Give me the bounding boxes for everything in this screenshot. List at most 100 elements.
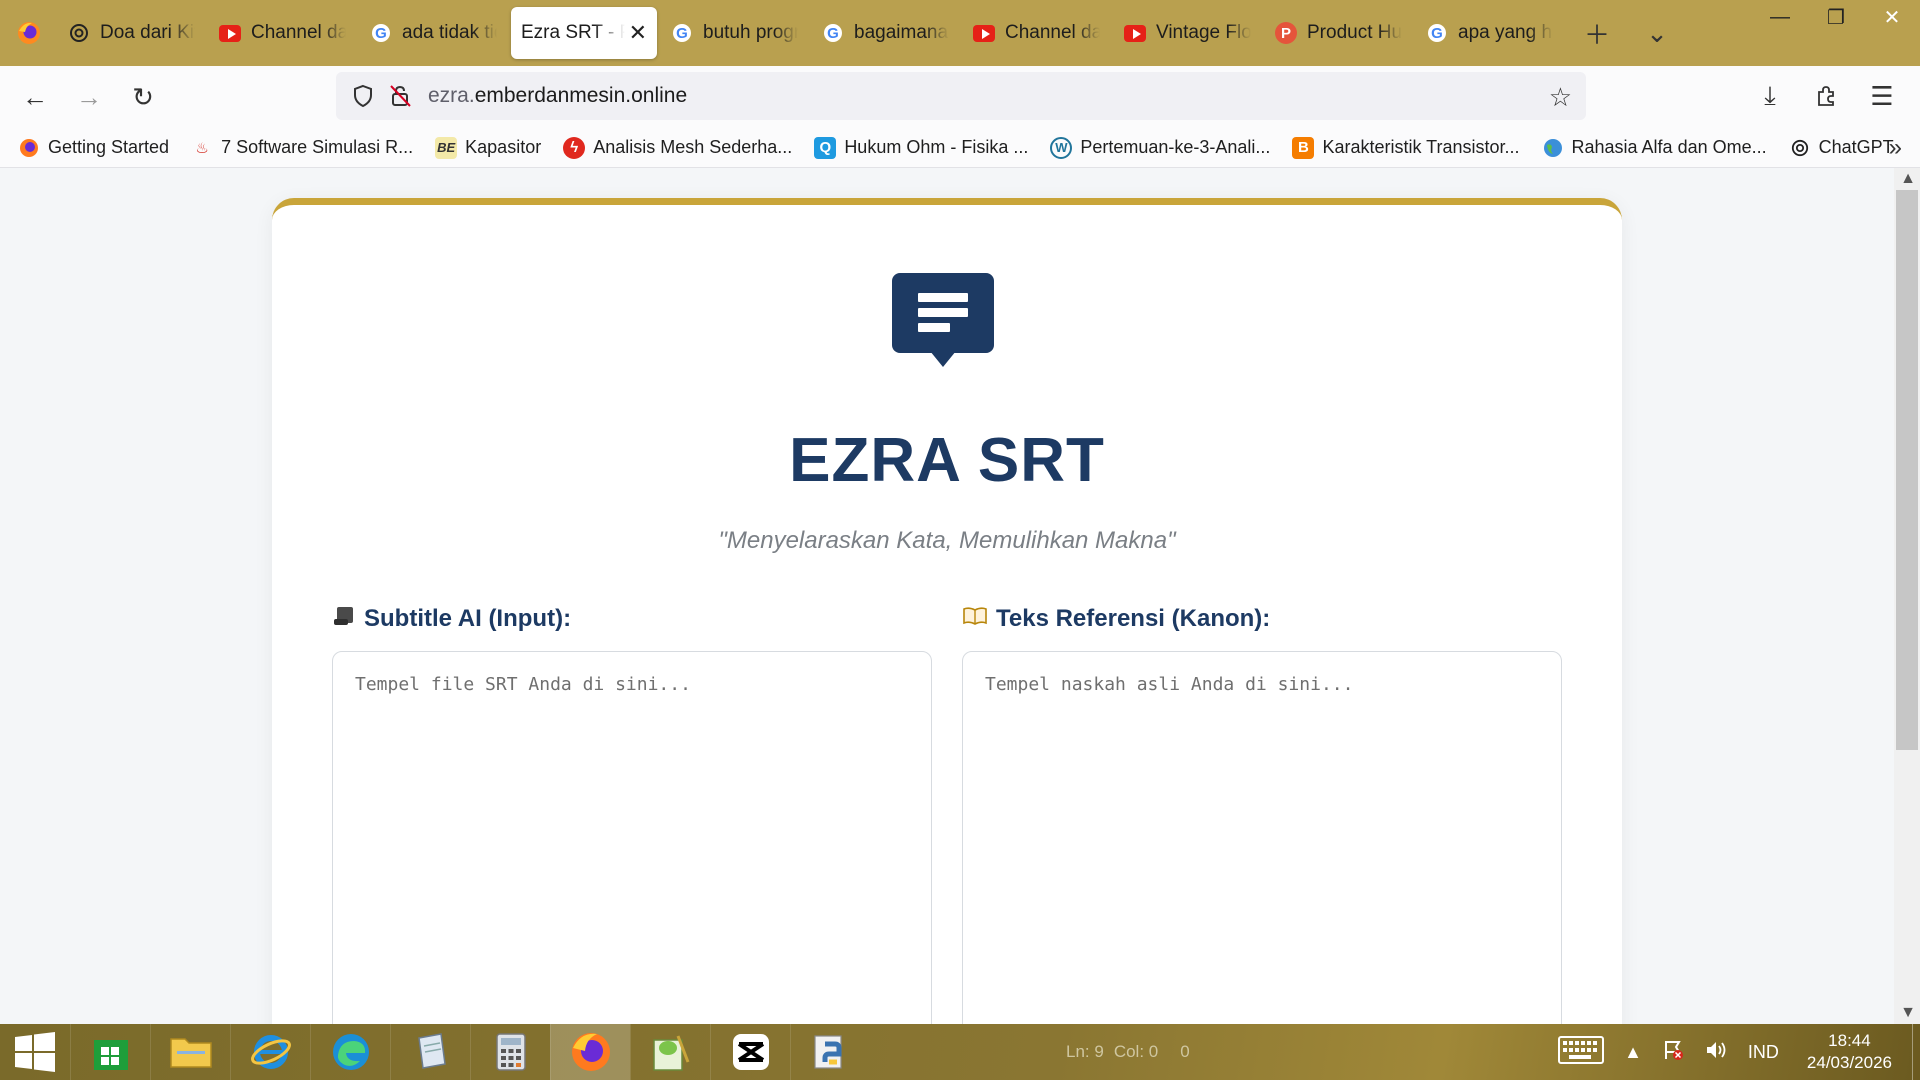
flame-icon: ♨ bbox=[195, 139, 209, 157]
tab-active-ezra[interactable]: Ezra SRT - Penyelaras ✕ bbox=[511, 7, 657, 59]
page-viewport: EZRA SRT "Menyelaraskan Kata, Memulihkan… bbox=[0, 168, 1920, 1024]
downloads-button[interactable]: ⤓ bbox=[1742, 74, 1798, 118]
shield-icon[interactable] bbox=[352, 84, 374, 108]
taskbar-calculator[interactable] bbox=[470, 1024, 550, 1080]
window-controls: — ❐ ✕ bbox=[1752, 0, 1920, 34]
svg-text:G: G bbox=[375, 25, 387, 42]
bookmark-chatgpt[interactable]: ChatGPT bbox=[1789, 137, 1894, 159]
bookmark-software-simulasi[interactable]: ♨ 7 Software Simulasi R... bbox=[191, 137, 413, 159]
address-bar[interactable]: ezra.emberdanmesin.online ☆ bbox=[336, 72, 1586, 120]
reference-textarea[interactable] bbox=[962, 651, 1562, 1024]
arrow-left-icon: ← bbox=[22, 81, 48, 112]
input-label: Subtitle AI (Input): bbox=[332, 605, 571, 633]
svg-text:G: G bbox=[1431, 25, 1443, 42]
bookmark-pertemuan[interactable]: W Pertemuan-ke-3-Anali... bbox=[1050, 136, 1270, 159]
page-scrollbar[interactable]: ▲ ▼ bbox=[1894, 168, 1920, 1024]
calculator-icon bbox=[495, 1033, 526, 1071]
tab-5[interactable]: G butuh program bbox=[661, 7, 808, 59]
bookmark-rahasia-alfa[interactable]: Rahasia Alfa dan Ome... bbox=[1542, 137, 1767, 159]
show-desktop-button[interactable] bbox=[1912, 1024, 1920, 1080]
taskbar-firefox[interactable] bbox=[550, 1024, 630, 1080]
minimize-button[interactable]: — bbox=[1752, 0, 1808, 34]
taskbar-file-explorer[interactable] bbox=[150, 1024, 230, 1080]
menu-button[interactable]: ☰ bbox=[1854, 74, 1910, 118]
reload-button[interactable]: ↻ bbox=[116, 75, 170, 119]
close-tab-icon[interactable]: ✕ bbox=[629, 20, 647, 46]
start-button[interactable] bbox=[0, 1024, 70, 1080]
scrollbar-thumb[interactable] bbox=[1896, 190, 1918, 750]
youtube-icon bbox=[973, 22, 995, 44]
google-icon: G bbox=[370, 22, 392, 44]
producthunt-icon: P bbox=[1275, 22, 1297, 44]
reload-icon: ↻ bbox=[132, 81, 154, 112]
page-tagline: "Menyelaraskan Kata, Memulihkan Makna" bbox=[718, 527, 1176, 554]
bookmarks-toolbar: Getting Started ♨ 7 Software Simulasi R.… bbox=[0, 128, 1920, 168]
taskbar-notes[interactable] bbox=[390, 1024, 470, 1080]
forward-button[interactable]: → bbox=[62, 75, 116, 119]
bookmark-star-icon[interactable]: ☆ bbox=[1549, 82, 1572, 113]
folder-icon bbox=[169, 1038, 212, 1068]
language-indicator[interactable]: IND bbox=[1748, 1042, 1779, 1063]
bookmark-karakteristik[interactable]: B Karakteristik Transistor... bbox=[1292, 136, 1520, 159]
extensions-button[interactable] bbox=[1798, 74, 1854, 118]
tab-10[interactable]: G apa yang harus bbox=[1416, 7, 1563, 59]
new-tab-button[interactable]: ＋ bbox=[1567, 7, 1627, 59]
svg-text:G: G bbox=[676, 25, 688, 42]
chatgpt-icon bbox=[1789, 137, 1811, 159]
show-hidden-icons-chevron-icon[interactable]: ▲ bbox=[1624, 1042, 1642, 1063]
input-textarea-wrap bbox=[332, 651, 932, 1024]
taskbar-python[interactable] bbox=[790, 1024, 870, 1080]
bookmark-hukum-ohm[interactable]: Q Hukum Ohm - Fisika ... bbox=[814, 136, 1028, 159]
touch-keyboard-icon[interactable] bbox=[1558, 1035, 1605, 1069]
youtube-icon bbox=[1124, 22, 1146, 44]
tab-7[interactable]: Channel dari bbox=[963, 7, 1110, 59]
more-bookmarks-chevron-icon[interactable]: » bbox=[1889, 134, 1902, 162]
wordpress-icon: W bbox=[1050, 136, 1073, 159]
bookmark-getting-started[interactable]: Getting Started bbox=[18, 137, 169, 159]
scroll-down-icon[interactable]: ▼ bbox=[1900, 1004, 1916, 1022]
tab-6[interactable]: G bagaimana cara bbox=[812, 7, 959, 59]
tab-9[interactable]: P Product Hunt bbox=[1265, 7, 1412, 59]
taskbar-internet-explorer[interactable] bbox=[230, 1024, 310, 1080]
tab-2[interactable]: Channel dari bbox=[209, 7, 356, 59]
restore-icon: ❐ bbox=[1827, 6, 1845, 29]
bookmark-analisis-mesh[interactable]: ϟ Analisis Mesh Sederha... bbox=[563, 136, 792, 159]
action-center-flag-icon[interactable] bbox=[1662, 1039, 1684, 1066]
firefox-icon bbox=[18, 22, 40, 44]
taskbar-store[interactable] bbox=[70, 1024, 150, 1080]
tab-3[interactable]: G ada tidak tidak bbox=[360, 7, 507, 59]
arrow-right-icon: → bbox=[76, 81, 102, 112]
volume-icon[interactable] bbox=[1704, 1039, 1728, 1066]
firefox-icon bbox=[18, 137, 40, 159]
insecure-lock-icon[interactable] bbox=[388, 84, 414, 108]
clock[interactable]: 18:44 24/03/2026 bbox=[1807, 1030, 1892, 1074]
tab-1[interactable]: Doa dari Kitab bbox=[58, 7, 205, 59]
notepad-icon bbox=[417, 1033, 446, 1069]
bolt-icon: ϟ bbox=[563, 136, 586, 159]
close-window-button[interactable]: ✕ bbox=[1864, 0, 1920, 34]
windows-logo-icon bbox=[15, 1032, 55, 1072]
page-title: EZRA SRT bbox=[789, 426, 1105, 495]
restore-button[interactable]: ❐ bbox=[1808, 0, 1864, 34]
srt-input-textarea[interactable] bbox=[332, 651, 932, 1024]
firefox-icon bbox=[571, 1033, 610, 1071]
blogger-icon: B bbox=[1292, 136, 1315, 159]
scroll-icon bbox=[332, 605, 356, 633]
back-button[interactable]: ← bbox=[8, 75, 62, 119]
list-all-tabs-button[interactable]: ⌄ bbox=[1627, 7, 1687, 59]
firefox-view-button[interactable] bbox=[0, 0, 58, 66]
be-icon: BE bbox=[435, 136, 458, 159]
taskbar-edge[interactable] bbox=[310, 1024, 390, 1080]
svg-text:G: G bbox=[827, 25, 839, 42]
hamburger-icon: ☰ bbox=[1870, 80, 1894, 111]
reference-textarea-wrap bbox=[962, 651, 1562, 1024]
minimize-icon: — bbox=[1770, 5, 1790, 28]
taskbar-notepad-plus[interactable] bbox=[630, 1024, 710, 1080]
navigation-toolbar: ← → ↻ ezra.emberdanmesin.online ☆ ⤓ ☰ bbox=[0, 66, 1920, 128]
taskbar-capcut[interactable] bbox=[710, 1024, 790, 1080]
url-text[interactable]: ezra.emberdanmesin.online bbox=[428, 84, 687, 108]
subtitle-logo-icon bbox=[892, 273, 994, 367]
scroll-up-icon[interactable]: ▲ bbox=[1900, 170, 1916, 188]
bookmark-kapasitor[interactable]: BE Kapasitor bbox=[435, 136, 541, 159]
tab-8[interactable]: Vintage Flower bbox=[1114, 7, 1261, 59]
